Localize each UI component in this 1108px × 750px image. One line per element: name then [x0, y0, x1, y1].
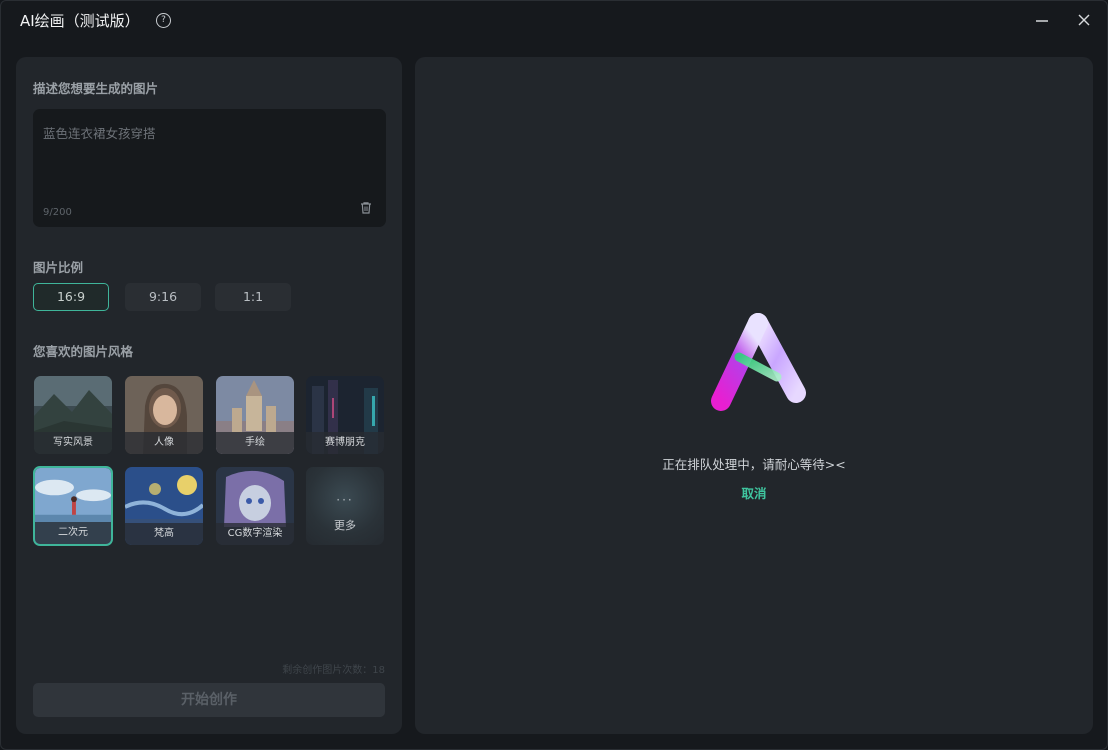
style-label-portrait: 人像 — [125, 432, 203, 454]
ratio-16-9-button[interactable]: 16:9 — [33, 283, 109, 311]
minimize-button[interactable] — [1032, 11, 1052, 31]
minimize-icon — [1036, 20, 1048, 22]
title-bar: AI绘画（测试版） ? — [1, 1, 1107, 41]
settings-panel: 描述您想要生成的图片 蓝色连衣裙女孩穿搭 9/200 图片比例 16:9 9:1… — [16, 57, 402, 734]
style-label-landscape: 写实风景 — [34, 432, 112, 454]
cancel-button[interactable]: 取消 — [415, 483, 1093, 502]
style-card-handdrawn[interactable]: 手绘 — [216, 376, 294, 454]
ratio-1-1-button[interactable]: 1:1 — [215, 283, 291, 311]
prompt-text[interactable]: 蓝色连衣裙女孩穿搭 — [43, 123, 156, 142]
queue-status-text: 正在排队处理中，请耐心等待>< — [662, 457, 846, 472]
style-label-anime: 二次元 — [35, 522, 111, 544]
help-icon[interactable]: ? — [156, 13, 171, 28]
char-count: 9/200 — [43, 207, 72, 218]
describe-label: 描述您想要生成的图片 — [33, 81, 159, 96]
ratio-label: 图片比例 — [33, 260, 84, 275]
style-label-more: 更多 — [334, 519, 356, 532]
preview-panel: 正在排队处理中，请耐心等待>< 取消 — [415, 57, 1093, 734]
style-label: 您喜欢的图片风格 — [33, 344, 134, 359]
style-label-cg-render: CG数字渲染 — [216, 523, 294, 545]
ai-painting-window: AI绘画（测试版） ? 描述您想要生成的图片 蓝色连衣裙女孩穿搭 9/200 图… — [0, 0, 1108, 750]
style-card-anime[interactable]: 二次元 — [33, 466, 113, 546]
window-title: AI绘画（测试版） — [20, 12, 140, 30]
close-button[interactable] — [1074, 11, 1094, 31]
style-card-vangogh[interactable]: 梵高 — [125, 467, 203, 545]
remaining-count: 剩余创作图片次数：18 — [282, 665, 385, 676]
ratio-9-16-button[interactable]: 9:16 — [125, 283, 201, 311]
style-card-cg-render[interactable]: CG数字渲染 — [216, 467, 294, 545]
style-label-handdrawn: 手绘 — [216, 432, 294, 454]
prompt-textarea[interactable]: 蓝色连衣裙女孩穿搭 9/200 — [33, 109, 386, 227]
close-icon — [1078, 14, 1090, 26]
style-card-more[interactable]: ··· 更多 — [306, 467, 384, 545]
start-create-button[interactable]: 开始创作 — [33, 683, 385, 717]
ai-logo-icon — [711, 313, 806, 411]
trash-icon[interactable] — [358, 200, 374, 216]
style-label-vangogh: 梵高 — [125, 523, 203, 545]
more-dots-icon: ··· — [336, 493, 354, 507]
style-card-landscape[interactable]: 写实风景 — [34, 376, 112, 454]
style-card-portrait[interactable]: 人像 — [125, 376, 203, 454]
style-label-cyberpunk: 赛博朋克 — [306, 432, 384, 454]
style-card-cyberpunk[interactable]: 赛博朋克 — [306, 376, 384, 454]
